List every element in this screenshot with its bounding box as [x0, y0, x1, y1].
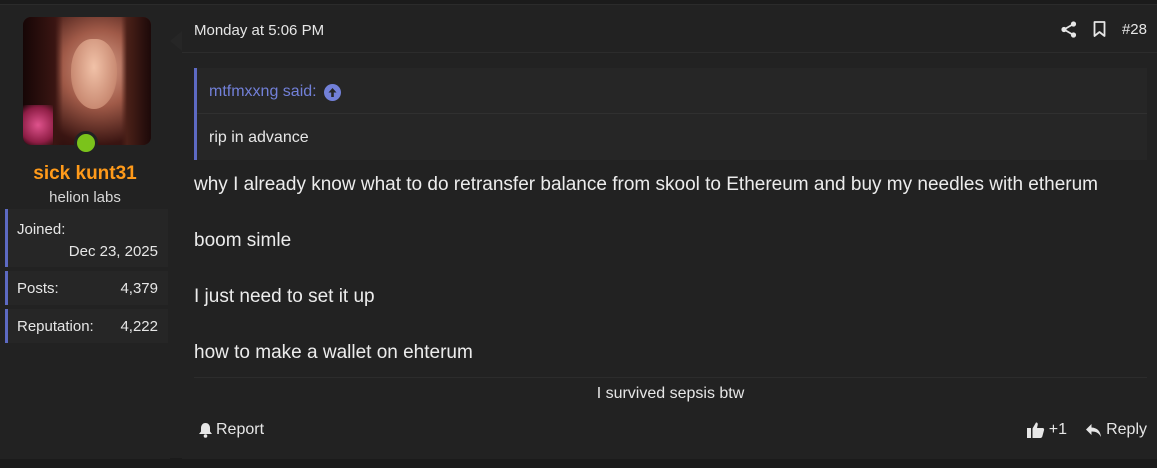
stat-posts: Posts: 4,379 [5, 271, 168, 305]
post-header: Monday at 5:06 PM #28 [182, 5, 1157, 53]
reply-icon [1086, 423, 1102, 437]
quote-block: mtfmxxng said: rip in advance [194, 68, 1147, 160]
quote-body: rip in advance [209, 129, 309, 146]
message-line: why I already know what to do retransfer… [194, 174, 1099, 195]
post-header-actions: #28 [1061, 19, 1147, 39]
message-line: I just need to set it up [194, 286, 375, 307]
stat-joined-label: Joined: [17, 221, 66, 238]
user-info-panel: sick kunt31 helion labs Joined: Dec 23, … [0, 5, 170, 459]
reply-button[interactable]: Reply [1085, 421, 1147, 439]
jump-to-quote-icon[interactable] [323, 83, 341, 101]
stat-reputation-value: 4,222 [120, 318, 158, 335]
username-link[interactable]: sick kunt31 [0, 163, 170, 185]
share-icon[interactable] [1061, 20, 1077, 38]
stat-reputation: Reputation: 4,222 [5, 309, 168, 343]
forum-post: sick kunt31 helion labs Joined: Dec 23, … [0, 4, 1157, 459]
report-button[interactable]: Report [198, 421, 264, 439]
message-line: how to make a wallet on ehterum [194, 342, 473, 363]
bookmark-icon[interactable] [1093, 21, 1106, 37]
stat-posts-label: Posts: [17, 280, 59, 297]
stat-reputation-label: Reputation: [17, 318, 94, 335]
post-main: Monday at 5:06 PM #28 mtfmxxng said: rip… [182, 5, 1157, 459]
user-title: helion labs [49, 189, 121, 206]
post-number-link[interactable]: #28 [1122, 21, 1147, 38]
online-status-indicator [74, 131, 98, 155]
thumbs-up-icon [1026, 422, 1044, 438]
signature-text: I survived sepsis btw [596, 385, 745, 402]
quote-author-link[interactable]: mtfmxxng said: [209, 83, 341, 101]
stat-joined-value: Dec 23, 2025 [68, 243, 158, 260]
post-date-link[interactable]: Monday at 5:06 PM [194, 22, 324, 39]
react-count[interactable]: +1 [1049, 421, 1067, 439]
user-avatar[interactable] [23, 17, 151, 145]
post-footer: Report +1 Reply [182, 417, 1157, 447]
react-button[interactable]: +1 [1026, 421, 1067, 439]
bell-icon [199, 423, 212, 438]
stat-posts-value[interactable]: 4,379 [120, 280, 158, 297]
post-arrow [170, 31, 182, 51]
quote-author-name[interactable]: mtfmxxng said: [209, 83, 317, 101]
stat-joined: Joined: Dec 23, 2025 [5, 209, 168, 267]
message-line: boom simle [194, 230, 292, 251]
report-label[interactable]: Report [216, 421, 264, 439]
quote-header: mtfmxxng said: [197, 68, 1147, 114]
reply-label[interactable]: Reply [1106, 421, 1147, 439]
user-signature: I survived sepsis btw [194, 377, 1147, 409]
